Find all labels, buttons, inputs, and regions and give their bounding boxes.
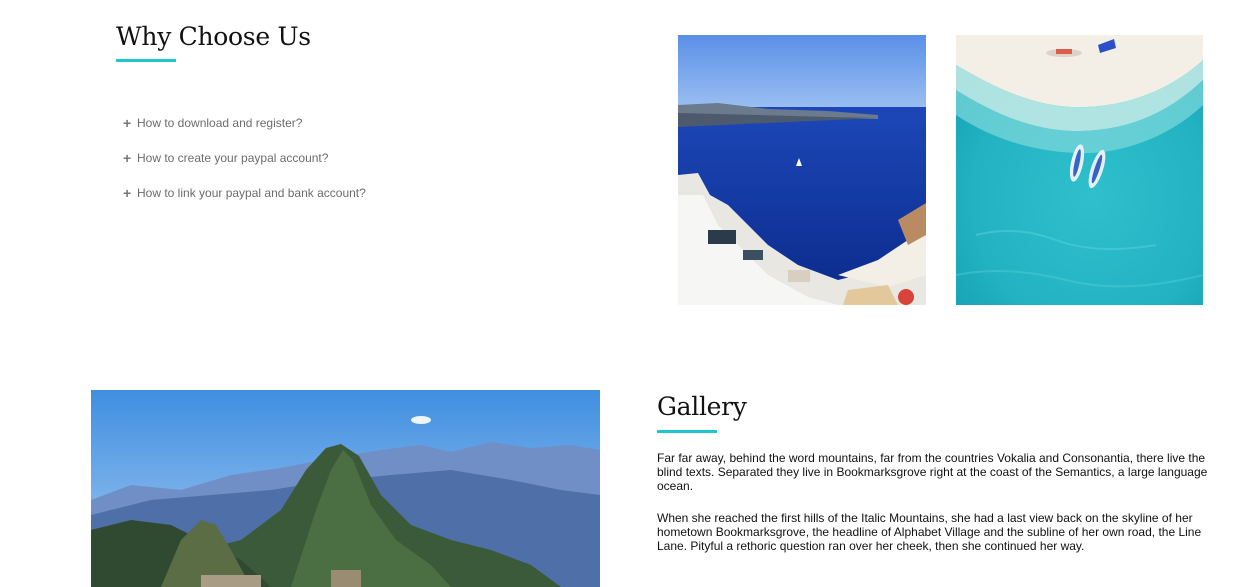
faq-label: How to create your paypal account? — [137, 150, 329, 165]
heading-underline — [657, 430, 717, 433]
gallery-heading: Gallery — [657, 392, 747, 421]
gallery-description: Far far away, behind the word mountains,… — [657, 451, 1213, 571]
plus-icon: + — [123, 114, 132, 131]
why-choose-us-heading: Why Choose Us — [116, 22, 311, 51]
santorini-photo — [678, 35, 926, 305]
mountain-photo — [91, 390, 600, 587]
faq-list: + How to download and register? + How to… — [123, 101, 366, 214]
beach-photo — [956, 35, 1203, 305]
faq-label: How to download and register? — [137, 115, 303, 130]
plus-icon: + — [123, 184, 132, 201]
plus-icon: + — [123, 149, 132, 166]
gallery-paragraph-1: Far far away, behind the word mountains,… — [657, 451, 1208, 493]
faq-label: How to link your paypal and bank account… — [137, 185, 366, 200]
faq-item-link-paypal-bank[interactable]: + How to link your paypal and bank accou… — [123, 171, 366, 214]
gallery-paragraph-2: When she reached the first hills of the … — [657, 511, 1202, 553]
heading-underline — [116, 59, 176, 62]
